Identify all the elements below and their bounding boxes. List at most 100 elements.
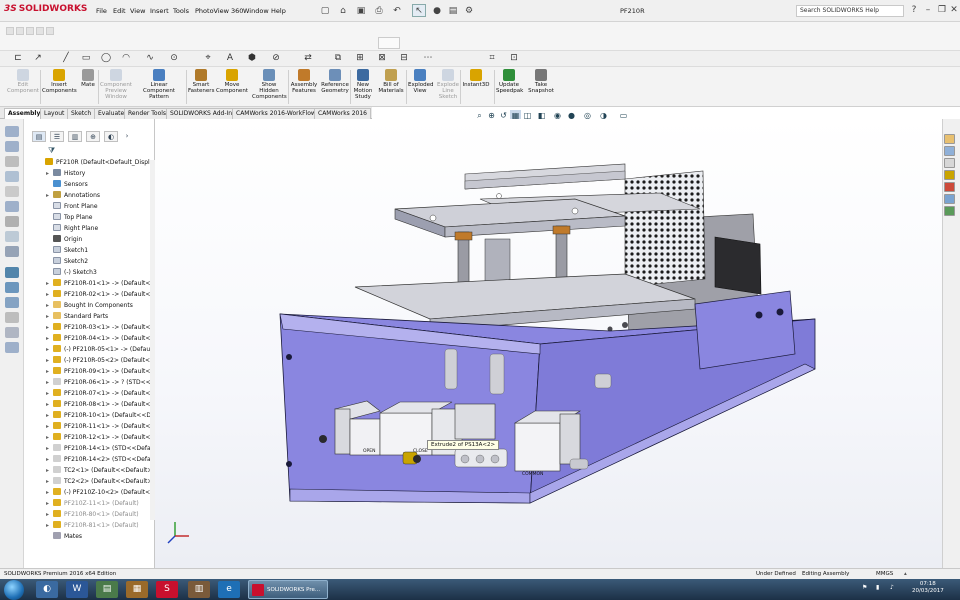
solidworks-logo[interactable]: 3S SOLIDWORKS (4, 4, 87, 18)
new-document-icon[interactable]: ▢ (318, 4, 332, 17)
graphics-area[interactable]: OPEN CLOSE COMMON (155, 119, 942, 568)
help-search-input[interactable]: Search SOLIDWORKS Help (796, 5, 904, 17)
expand-arrow-icon[interactable]: ▸ (46, 520, 53, 531)
restore-icon[interactable]: ❐ (936, 4, 948, 16)
expand-arrow-icon[interactable]: ▸ (46, 388, 53, 399)
tree-item[interactable]: ▸ PF210R-11<1> -> (Default<<Def (46, 421, 166, 432)
expand-arrow-icon[interactable]: ▸ (46, 498, 53, 509)
open-icon[interactable]: ⌂ (336, 4, 350, 17)
expand-arrow-icon[interactable]: ▸ (46, 344, 53, 355)
menu-photoview-360[interactable]: PhotoView 360 (195, 7, 243, 15)
tree-item[interactable]: ▸ PF210R-09<1> -> (Default<<Def (46, 366, 166, 377)
expand-arrow-icon[interactable]: ▸ (46, 410, 53, 421)
expand-arrow-icon[interactable]: ▸ (46, 333, 53, 344)
tree-item[interactable]: ▸ PF210R-08<1> -> (Default<<Def (46, 399, 166, 410)
side-tool-icon[interactable] (5, 186, 19, 197)
tree-item[interactable]: Origin (46, 234, 82, 245)
cmd-update-speedpak-button[interactable]: Update Speedpak (496, 69, 523, 94)
tree-item[interactable]: ▸ PF210R-10<1> (Default<<Defau (46, 410, 164, 421)
text-icon[interactable]: A (222, 52, 238, 65)
tree-item[interactable]: (-) Sketch3 (46, 267, 97, 278)
cmd-component-preview-window-button[interactable]: Component Preview Window (100, 69, 132, 101)
edge-taskbar-icon[interactable]: e (218, 581, 240, 598)
tab-layout[interactable]: Layout (40, 108, 69, 119)
expand-arrow-icon[interactable]: ▸ (46, 366, 53, 377)
ie-taskbar-icon[interactable]: ◐ (36, 581, 58, 598)
sketch-icon[interactable]: ⊏ (10, 52, 26, 65)
menu-edit[interactable]: Edit (113, 7, 126, 15)
tree-item[interactable]: ▸ PF210R-02<1> -> (Default<<Def (46, 289, 166, 300)
tree-item[interactable]: ▸ TC2<2> (Default<<Default>_Dis (46, 476, 165, 487)
expand-arrow-icon[interactable]: ▸ (46, 278, 53, 289)
expand-arrow-icon[interactable]: ▸ (46, 190, 53, 201)
configuration-manager-tab-icon[interactable]: ▥ (68, 131, 82, 142)
expand-arrow-icon[interactable]: ▸ (46, 476, 53, 487)
cmd-show-hidden-components-button[interactable]: Show Hidden Components (252, 69, 287, 101)
expand-arrow-icon[interactable]: ▸ (46, 300, 53, 311)
tree-item[interactable]: Front Plane (46, 201, 98, 212)
cmd-new-motion-study-button[interactable]: New Motion Study (352, 69, 374, 101)
unit-dropdown-icon[interactable]: ▴ (904, 569, 907, 579)
side-tool-icon[interactable] (5, 201, 19, 212)
explorer-taskbar-icon[interactable]: ▦ (126, 581, 148, 598)
tree-item[interactable]: Mates (46, 531, 82, 542)
save-icon[interactable]: ▣ (354, 4, 368, 17)
file-properties-icon[interactable]: ▤ (446, 4, 460, 17)
menu-tools[interactable]: Tools (173, 7, 189, 15)
custom-properties-icon[interactable] (944, 194, 955, 204)
side-tool-icon[interactable] (5, 282, 19, 293)
help-icon[interactable]: ? (908, 4, 920, 16)
expand-arrow-icon[interactable]: ▸ (46, 421, 53, 432)
side-tool-icon[interactable] (5, 231, 19, 242)
expand-arrow-icon[interactable]: ▸ (46, 289, 53, 300)
cmd-linear-component-pattern-button[interactable]: Linear Component Pattern (134, 69, 184, 101)
tab-assembly[interactable]: Assembly (4, 108, 45, 119)
expand-arrow-icon[interactable]: ▸ (46, 355, 53, 366)
tree-item[interactable]: ▸ PF210R-01<1> -> (Default<<Def (46, 278, 166, 289)
tree-item[interactable]: ▸ Annotations (46, 190, 100, 201)
solidworks-resources-icon[interactable] (944, 134, 955, 144)
tray-flag-icon[interactable]: ⚑ (862, 584, 867, 591)
side-tool-icon[interactable] (5, 216, 19, 227)
folder-taskbar-icon[interactable]: ▥ (188, 581, 210, 598)
rapid-sketch-icon[interactable]: ⊡ (506, 52, 522, 65)
tree-item[interactable]: ▸ History (46, 168, 85, 179)
tree-item[interactable]: ▸ (-) PF210Z-10<2> (Default<Defa (46, 487, 164, 498)
tab-solidworks-add-ins[interactable]: SOLIDWORKS Add-Ins (166, 108, 240, 119)
tree-item[interactable]: Sketch2 (46, 256, 88, 267)
menu-help[interactable]: Help (271, 7, 286, 15)
tree-item[interactable]: ▸ PF210R-80<1> (Default) (46, 509, 139, 520)
cmd-edit-component-button[interactable]: Edit Component (6, 69, 40, 94)
cmd-instant3d-button[interactable]: Instant3D (462, 69, 490, 88)
tray-network-icon[interactable]: ▮ (876, 584, 879, 591)
tree-item[interactable]: ▸ PF210R-07<1> -> (Default<<Def (46, 388, 166, 399)
expand-arrow-icon[interactable]: ▸ (46, 377, 53, 388)
side-tool-icon[interactable] (5, 246, 19, 257)
tree-item[interactable]: ▸ (-) PF210R-05<1> -> (Default<< (46, 344, 164, 355)
display-manager-tab-icon[interactable]: ◐ (104, 131, 118, 142)
cmd-move-component-button[interactable]: Move Component (216, 69, 248, 94)
expand-arrow-icon[interactable]: ▸ (46, 311, 53, 322)
property-manager-tab-icon[interactable]: ☰ (50, 131, 64, 142)
side-tool-icon[interactable] (5, 312, 19, 323)
menu-file[interactable]: File (96, 7, 107, 15)
tree-item[interactable]: ▸ TC2<1> (Default<<Default>_Dis (46, 465, 165, 476)
tree-item[interactable]: ▸ PF210R-04<1> -> (Default<<Def (46, 333, 166, 344)
polygon-icon[interactable]: ⬢ (244, 52, 260, 65)
app-taskbar-icon[interactable]: ▤ (96, 581, 118, 598)
solidworks-2016-taskbar-icon[interactable]: S (156, 581, 178, 598)
tree-item[interactable]: ▸ PF210R-81<1> (Default) (46, 520, 139, 531)
close-icon[interactable]: ✕ (948, 4, 960, 16)
unit-system-button[interactable]: MMGS (876, 569, 893, 579)
tab-camworks-2016[interactable]: CAMWorks 2016 (314, 108, 371, 119)
cmd-reference-geometry-button[interactable]: Reference Geometry (320, 69, 350, 94)
tree-item[interactable]: ▸ (-) PF210R-05<2> (Default<<Def (46, 355, 166, 366)
feature-manager-tab-icon[interactable]: ▤ (32, 131, 46, 142)
arc-icon[interactable]: ◠ (118, 52, 134, 65)
design-library-icon[interactable] (944, 146, 955, 156)
ellipse-icon[interactable]: ⊙ (166, 52, 182, 65)
more-tools-icon[interactable]: ⋯ (420, 52, 436, 65)
word-taskbar-icon[interactable]: W (66, 581, 88, 598)
tree-item[interactable]: ▸ Standard Parts (46, 311, 108, 322)
tree-item[interactable]: Top Plane (46, 212, 93, 223)
